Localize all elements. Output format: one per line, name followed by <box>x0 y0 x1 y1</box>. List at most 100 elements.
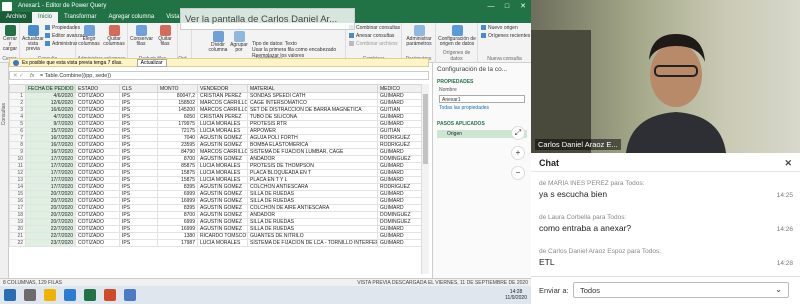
manage-button[interactable]: Administrar <box>45 41 77 47</box>
table-cell[interactable]: LUCIA MORALES <box>197 176 248 184</box>
table-cell[interactable]: IPS <box>119 106 158 114</box>
table-cell[interactable]: SILLA DE RUEDAS <box>247 218 378 226</box>
table-cell[interactable]: 15875 <box>157 176 198 184</box>
table-cell[interactable]: IPS <box>119 141 158 149</box>
table-row[interactable]: 10 17/7/2020 COTIZADO IPS 8700 AGUSTIN GOMEZ A… <box>9 155 429 163</box>
remove-rows-button[interactable]: Quitar filas <box>154 25 176 47</box>
table-cell[interactable]: 22/7/2020 <box>25 232 76 240</box>
table-cell[interactable]: COTIZADO <box>75 127 120 135</box>
table-cell[interactable]: 17/7/2020 <box>25 169 76 177</box>
query-name-input[interactable]: Anexar1 <box>439 95 525 103</box>
table-cell[interactable]: IPS <box>119 99 158 107</box>
keep-rows-button[interactable]: Conservar filas <box>130 25 153 47</box>
formula-cancel-icon[interactable]: ✕ ✓ <box>10 73 30 79</box>
table-cell[interactable]: SILLA DE RUEDAS <box>247 190 378 198</box>
table-cell[interactable]: AGUSTIN GOMEZ <box>197 190 248 198</box>
table-row[interactable]: 17 20/7/2020 COTIZADO IPS 8395 AGUSTIN GOMEZ C… <box>9 204 429 212</box>
table-cell[interactable]: 17/7/2020 <box>25 155 76 163</box>
table-cell[interactable]: IPS <box>119 183 158 191</box>
table-cell[interactable]: 15/7/2020 <box>25 127 76 135</box>
table-cell[interactable]: AGUSTIN GOMEZ <box>197 204 248 212</box>
table-cell[interactable]: 6050 <box>157 113 198 121</box>
table-cell[interactable]: COTIZADO <box>75 197 120 205</box>
table-cell[interactable]: IPS <box>119 197 158 205</box>
column-header[interactable]: ESTADO <box>75 84 120 93</box>
table-row[interactable]: 11 17/7/2020 COTIZADO IPS 85875 LUCIA MORALES… <box>9 162 429 170</box>
table-cell[interactable]: AGUSTIN GOMEZ <box>197 218 248 226</box>
table-cell[interactable]: CAGE INTERSOMATICO <box>247 99 378 107</box>
table-cell[interactable]: 20/7/2020 <box>25 218 76 226</box>
table-row[interactable]: 22 23/7/2020 COTIZADO IPS 17987 LUCIA MORALES… <box>9 239 429 247</box>
table-cell[interactable]: 8700 <box>157 211 198 219</box>
table-cell[interactable]: COTIZADO <box>75 155 120 163</box>
refresh-button[interactable]: Actualizar <box>136 58 167 67</box>
table-cell[interactable]: COLCHON DE AIRE ANTIESCARA <box>247 204 378 212</box>
file-explorer-icon[interactable] <box>44 289 56 301</box>
table-cell[interactable]: AGUSTIN GOMEZ <box>197 211 248 219</box>
table-cell[interactable]: 158502 <box>157 99 198 107</box>
table-cell[interactable]: LUCIA MORALES <box>197 162 248 170</box>
column-header[interactable]: MONTO <box>157 84 198 93</box>
table-cell[interactable]: 85875 <box>157 162 198 170</box>
table-cell[interactable]: 23/7/2020 <box>25 239 76 247</box>
table-cell[interactable]: PLACA EN T Y L <box>247 176 378 184</box>
table-cell[interactable]: LUCIA MORALES <box>197 120 248 128</box>
table-cell[interactable]: COTIZADO <box>75 120 120 128</box>
table-cell[interactable]: IPS <box>119 190 158 198</box>
table-cell[interactable]: AGUSTIN GOMEZ <box>197 134 248 142</box>
table-cell[interactable]: AGUSTIN GOMEZ <box>197 197 248 205</box>
table-cell[interactable]: 20/7/2020 <box>25 197 76 205</box>
all-properties-link[interactable]: Todas las propiedades <box>433 104 531 112</box>
choose-columns-button[interactable]: Elegir columnas <box>78 25 100 47</box>
table-row[interactable]: 21 22/7/2020 COTIZADO IPS 1380 RICARDO TOMSCO… <box>9 232 429 240</box>
table-cell[interactable]: 6999 <box>157 190 198 198</box>
table-cell[interactable]: 179975 <box>157 120 198 128</box>
table-cell[interactable]: COTIZADO <box>75 169 120 177</box>
table-cell[interactable]: COTIZADO <box>75 162 120 170</box>
table-cell[interactable]: LUCIA MORALES <box>197 239 248 247</box>
table-cell[interactable]: MARCOS CARRILLO <box>197 106 248 114</box>
table-cell[interactable]: 16999 <box>157 197 198 205</box>
table-cell[interactable]: AGUSTIN GOMEZ <box>197 183 248 191</box>
table-cell[interactable]: COTIZADO <box>75 232 120 240</box>
tab-transformar[interactable]: Transformar <box>58 12 102 23</box>
table-cell[interactable]: CRISTIAN PEREZ <box>197 92 248 100</box>
table-cell[interactable]: 23595 <box>157 141 198 149</box>
table-cell[interactable]: COTIZADO <box>75 218 120 226</box>
table-cell[interactable]: 17/7/2020 <box>25 162 76 170</box>
table-cell[interactable]: LUCIA MORALES <box>197 169 248 177</box>
table-row[interactable]: 9 16/7/2020 COTIZADO IPS 84790 MARCOS CARRILL… <box>9 148 429 156</box>
table-row[interactable]: 1 4/6/2020 COTIZADO IPS 80047,2 CRISTIAN PERE… <box>9 92 429 100</box>
table-cell[interactable]: ANDADOR <box>247 155 378 163</box>
table-cell[interactable]: 20/7/2020 <box>25 211 76 219</box>
column-header[interactable]: FECHA DE PEDIDO <box>25 84 76 93</box>
table-cell[interactable]: COTIZADO <box>75 211 120 219</box>
table-cell[interactable]: IPS <box>119 162 158 170</box>
table-row[interactable]: 5 9/7/2020 COTIZADO IPS 179975 LUCIA MORALES P… <box>9 120 429 128</box>
table-cell[interactable]: SILLA DE RUEDAS <box>247 225 378 233</box>
table-row[interactable]: 3 16/6/2020 COTIZADO IPS 145200 MARCOS CARRIL… <box>9 106 429 114</box>
word-icon[interactable] <box>124 289 136 301</box>
table-cell[interactable]: 72175 <box>157 127 198 135</box>
queries-pane-collapsed[interactable]: Consultas <box>0 63 9 278</box>
table-cell[interactable]: BOMBA ELASTOMERICA <box>247 141 378 149</box>
table-cell[interactable]: 6999 <box>157 218 198 226</box>
table-cell[interactable]: IPS <box>119 225 158 233</box>
tab-inicio[interactable]: Inicio <box>32 12 59 23</box>
table-cell[interactable]: 8395 <box>157 183 198 191</box>
close-load-button[interactable]: Cerrar y cargar <box>1 25 19 52</box>
new-source-button[interactable]: Nuevo origen <box>481 25 518 31</box>
table-cell[interactable]: 8700 <box>157 155 198 163</box>
row-number-header[interactable] <box>9 84 26 93</box>
table-cell[interactable]: MARCOS CARRILLO <box>197 148 248 156</box>
table-cell[interactable]: SILLA DE RUEDAS <box>247 197 378 205</box>
table-cell[interactable]: SET DE DISTRACCION DE BARRA MAGNETICA <box>247 106 378 114</box>
table-cell[interactable]: COTIZADO <box>75 113 120 121</box>
close-button[interactable]: ✕ <box>515 2 531 10</box>
recipient-select[interactable]: Todos ⌄ <box>573 282 789 298</box>
table-cell[interactable]: PROTESIS DE THOMPSON <box>247 162 378 170</box>
table-cell[interactable]: CRISTIAN PEREZ <box>197 113 248 121</box>
table-cell[interactable]: IPS <box>119 92 158 100</box>
windows-start-icon[interactable] <box>4 289 16 301</box>
formula-text[interactable]: = Table.Combine({ipp, sede}) <box>40 73 111 79</box>
